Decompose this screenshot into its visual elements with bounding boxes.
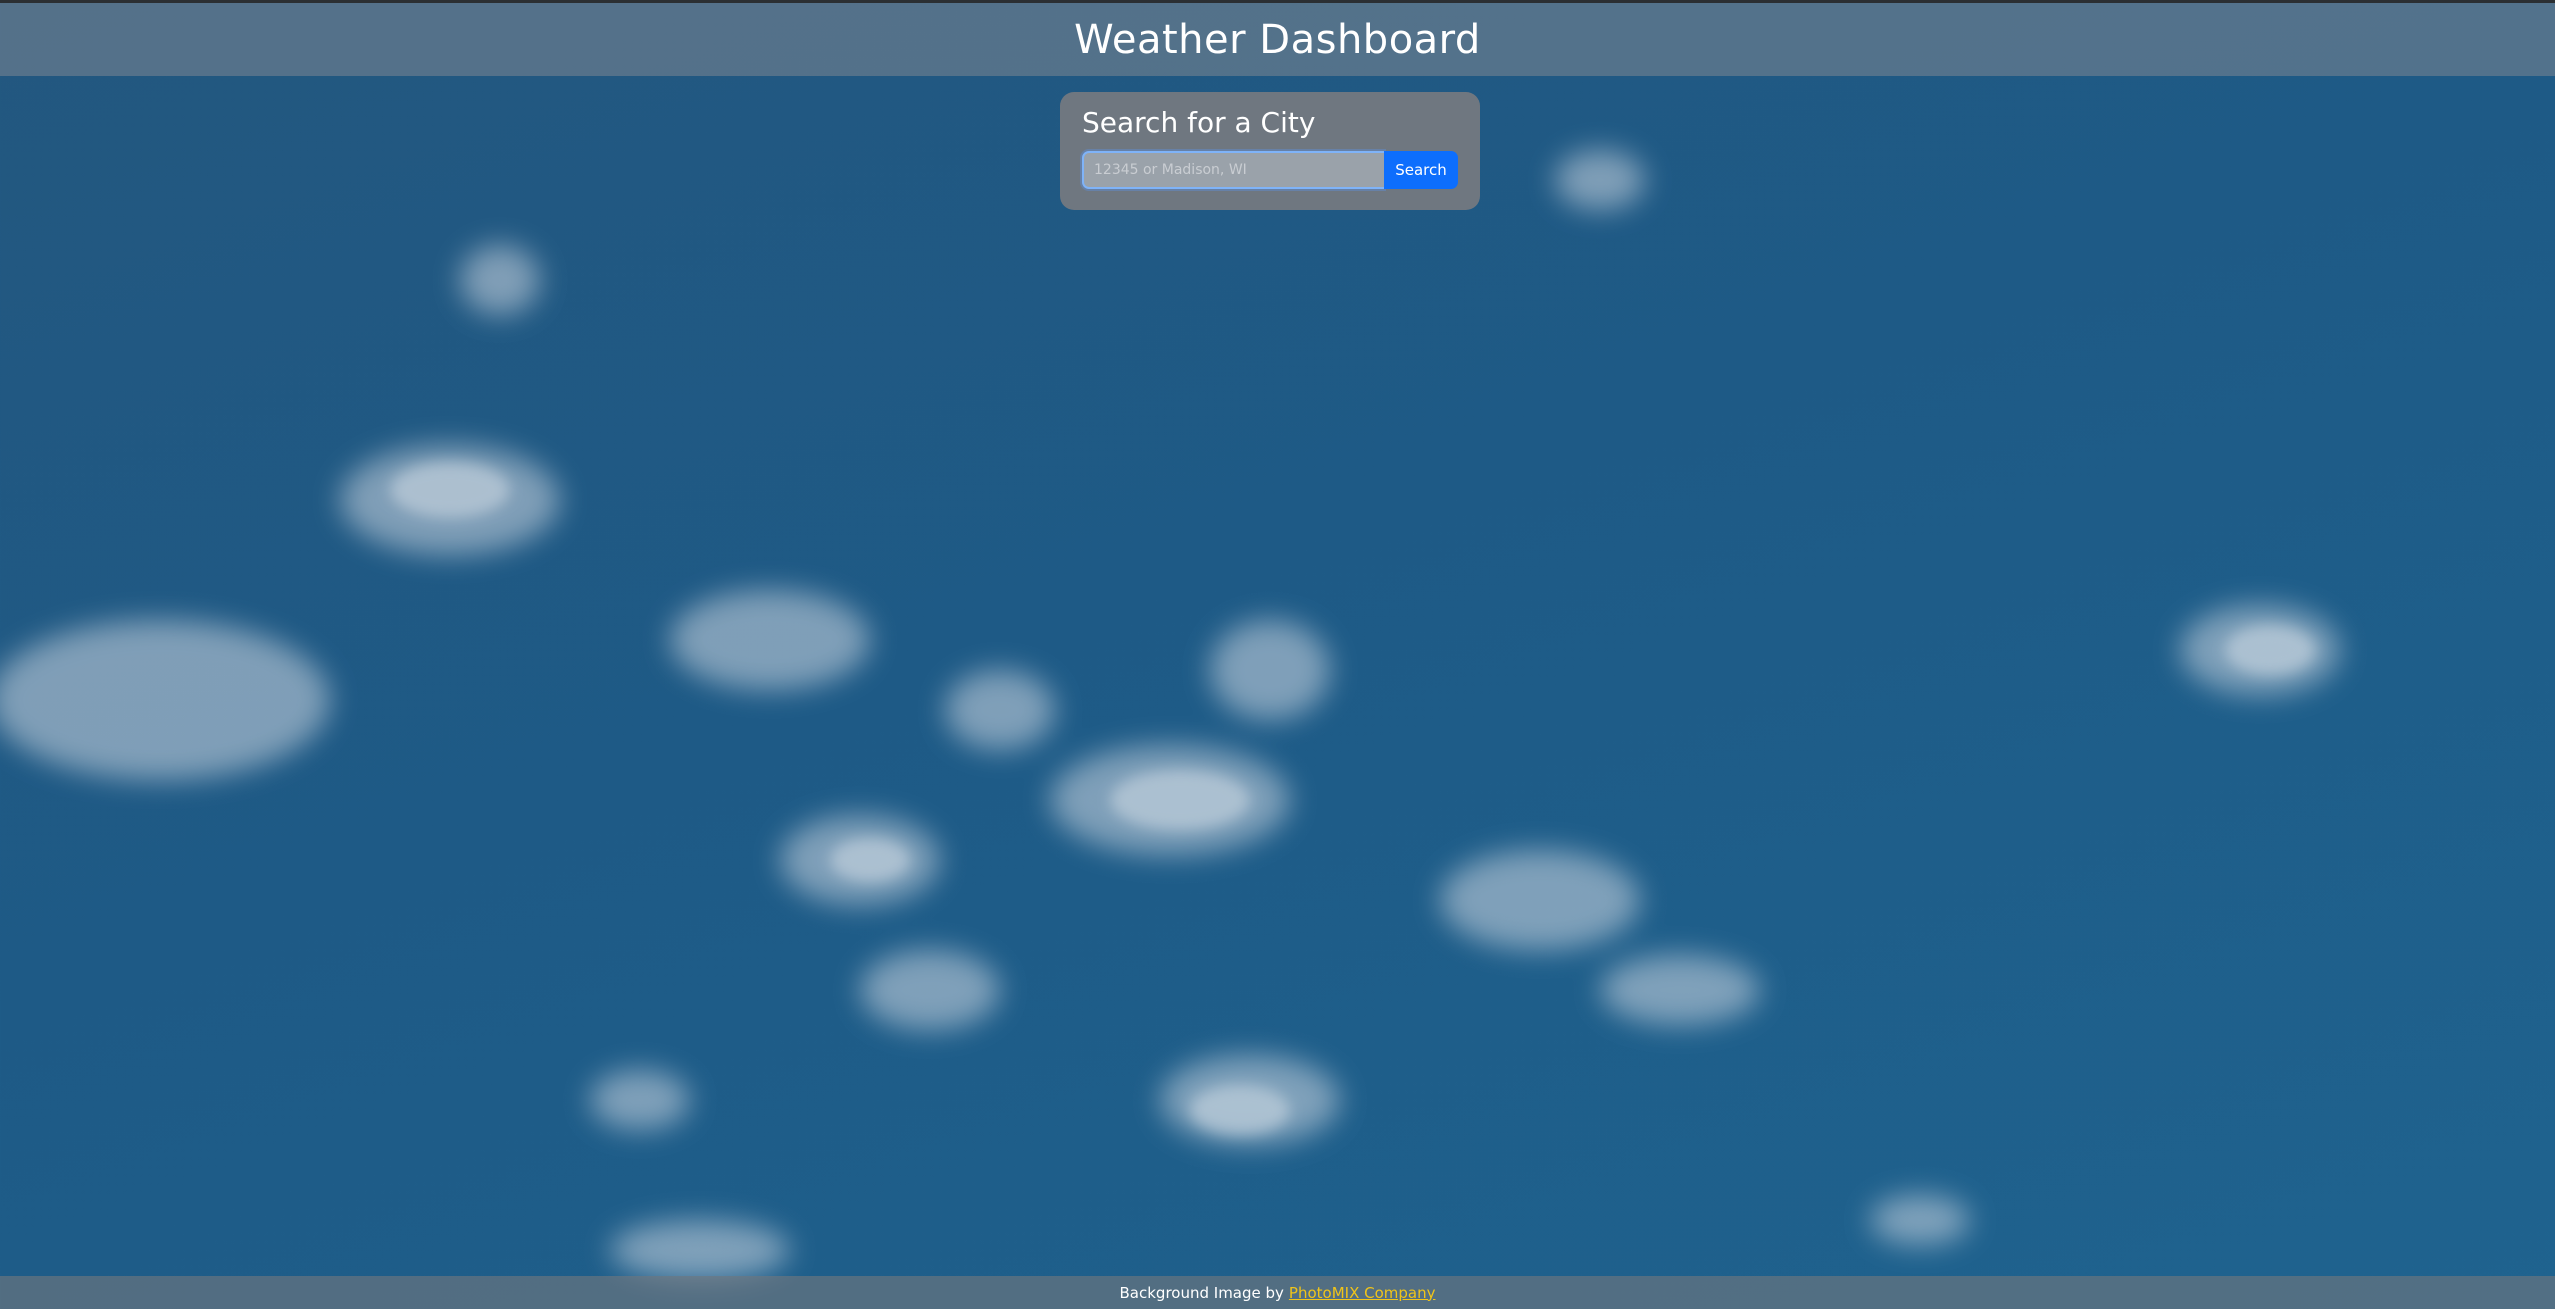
page-footer: Background Image by PhotoMIX Company bbox=[0, 1276, 2555, 1309]
page-title: Weather Dashboard bbox=[1074, 16, 1481, 63]
search-form: Search bbox=[1082, 151, 1458, 189]
search-panel: Search for a City Search bbox=[1060, 92, 1480, 210]
photomix-credit-link[interactable]: PhotoMIX Company bbox=[1289, 1284, 1436, 1302]
city-search-input[interactable] bbox=[1082, 151, 1384, 189]
footer-credit-text: Background Image by bbox=[1119, 1283, 1284, 1302]
search-heading: Search for a City bbox=[1082, 106, 1316, 139]
page-header: Weather Dashboard bbox=[0, 3, 2555, 76]
search-button[interactable]: Search bbox=[1384, 151, 1458, 189]
